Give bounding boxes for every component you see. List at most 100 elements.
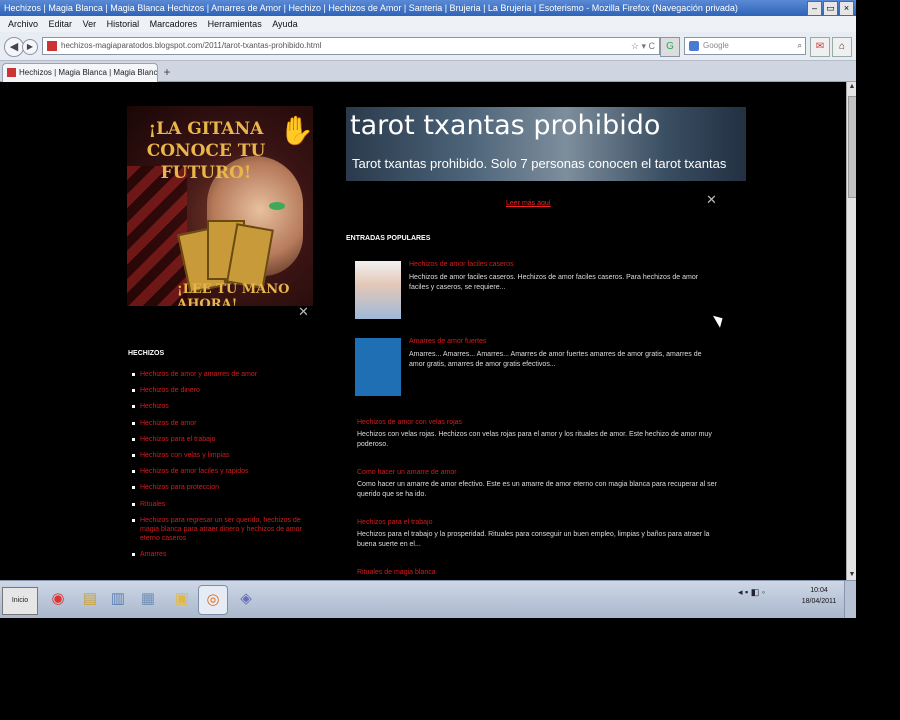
- scroll-down-icon[interactable]: ▼: [847, 570, 856, 580]
- sidebar-item[interactable]: Hechizos de amor y amarres de amor: [132, 370, 312, 379]
- gypsy-eye-image: [269, 202, 285, 210]
- taskbar-clock[interactable]: 10:04 18/04/2011: [798, 585, 840, 607]
- app-icon: ◈: [240, 590, 252, 607]
- article-snippet: Como hacer un amarre de amor efectivo. E…: [357, 481, 717, 498]
- media-icon: ▥: [110, 590, 126, 607]
- menu-archivo[interactable]: Archivo: [8, 19, 38, 29]
- sidebar-item[interactable]: Hechizos con velas y limpias: [132, 451, 312, 460]
- site-favicon-icon: [47, 41, 57, 51]
- article-entry: Rituales de magia blanca: [357, 568, 717, 577]
- popular-posts-heading: ENTRADAS POPULARES: [346, 235, 431, 242]
- page-scrollbar[interactable]: ▲ ▼: [846, 82, 856, 580]
- popular-post: Hechizos de amor faciles caseros Hechizo…: [355, 261, 715, 321]
- new-tab-button[interactable]: +: [160, 65, 174, 79]
- explorer-taskbar-icon[interactable]: ▤: [76, 585, 104, 613]
- sidebar-item[interactable]: Hechizos para regresar un ser querido, h…: [132, 516, 312, 543]
- search-icon[interactable]: ⌕: [798, 38, 802, 54]
- gypsy-banner-ad[interactable]: ✋ ¡LA GITANA CONOCE TU FUTURO! ¡LEE TU M…: [127, 106, 313, 306]
- scroll-up-icon[interactable]: ▲: [847, 82, 856, 92]
- sidebar-heading: HECHIZOS: [128, 350, 165, 357]
- close-button[interactable]: ×: [839, 1, 854, 16]
- post-thumbnail[interactable]: [355, 338, 401, 396]
- system-tray-icons[interactable]: ◂ ▪ ◧ ◦: [738, 587, 765, 598]
- blog-title: tarot txantas prohibido: [350, 110, 661, 141]
- article-title-link[interactable]: Rituales de magia blanca: [357, 568, 717, 577]
- post-title-link[interactable]: Hechizos de amor faciles caseros: [409, 261, 514, 268]
- home-icon[interactable]: ⌂: [832, 37, 852, 57]
- popular-post: Amarres de amor fuertes Amarres... Amarr…: [355, 338, 715, 398]
- sidebar-item[interactable]: Hechizos para el trabajo: [132, 435, 312, 444]
- desktop-screen: Hechizos | Magia Blanca | Magia Blanca H…: [0, 0, 856, 618]
- post-title-link[interactable]: Amarres de amor fuertes: [409, 338, 486, 345]
- menu-ayuda[interactable]: Ayuda: [272, 19, 297, 29]
- other-taskbar-icon[interactable]: ◈: [232, 585, 260, 613]
- banner-headline: ¡LA GITANA CONOCE TU FUTURO!: [146, 119, 266, 183]
- notepad-taskbar-icon[interactable]: ▦: [134, 585, 162, 613]
- mail-icon[interactable]: ✉: [810, 37, 830, 57]
- chrome-icon: ◉: [51, 590, 65, 607]
- blog-header[interactable]: tarot txantas prohibido Tarot txantas pr…: [346, 107, 746, 181]
- tab-active[interactable]: Hechizos | Magia Blanca | Magia Blanca H…: [2, 63, 158, 82]
- mouse-cursor-icon: [712, 312, 727, 328]
- firefox-taskbar-icon[interactable]: ◎: [198, 585, 228, 615]
- blog-subtitle: Tarot txantas prohibido. Solo 7 personas…: [352, 156, 727, 171]
- chrome-taskbar-icon[interactable]: ◉: [44, 585, 72, 613]
- window-titlebar: Hechizos | Magia Blanca | Magia Blanca H…: [0, 0, 856, 16]
- article-title-link[interactable]: Como hacer un amarre de amor: [357, 468, 717, 477]
- page-viewport: ✋ ¡LA GITANA CONOCE TU FUTURO! ¡LEE TU M…: [0, 82, 846, 580]
- menu-marcadores[interactable]: Marcadores: [150, 19, 198, 29]
- menu-bar: Archivo Editar Ver Historial Marcadores …: [0, 16, 856, 32]
- notepad-icon: ▦: [140, 590, 156, 607]
- tab-label: Hechizos | Magia Blanca | Magia Blanca H…: [19, 68, 158, 77]
- menu-herramientas[interactable]: Herramientas: [208, 19, 262, 29]
- post-snippet: Amarres... Amarres... Amarres... Amarres…: [409, 351, 702, 368]
- folder-icon: ▣: [174, 590, 190, 607]
- menu-editar[interactable]: Editar: [49, 19, 73, 29]
- minimize-button[interactable]: –: [807, 1, 822, 16]
- address-text: hechizos-magiaparatodos.blogspot.com/201…: [61, 41, 322, 50]
- google-icon: [689, 41, 699, 51]
- read-more-link[interactable]: Leer más aquí: [506, 200, 551, 207]
- article-snippet: Hechizos para el trabajo y la prosperida…: [357, 531, 710, 548]
- sidebar-item[interactable]: Amarres: [132, 550, 312, 559]
- sidebar-item[interactable]: Hechizos de dinero: [132, 386, 312, 395]
- widget-tools-icon[interactable]: ✕: [298, 304, 309, 320]
- sidebar-list: Hechizos de amor y amarres de amor Hechi…: [132, 370, 312, 566]
- back-button[interactable]: ◀: [4, 37, 24, 57]
- start-button[interactable]: Inicio: [2, 587, 38, 615]
- firefox-icon: ◎: [206, 591, 220, 608]
- sidebar-item[interactable]: Hechizos para proteccion: [132, 483, 312, 492]
- show-desktop-button[interactable]: [844, 581, 856, 618]
- post-snippet: Hechizos de amor faciles caseros. Hechiz…: [409, 274, 699, 291]
- forward-button[interactable]: ▶: [22, 39, 38, 55]
- tab-strip: Hechizos | Magia Blanca | Magia Blanca H…: [0, 61, 856, 82]
- article-entry: Como hacer un amarre de amor Como hacer …: [357, 468, 717, 500]
- menu-historial[interactable]: Historial: [107, 19, 140, 29]
- address-bar[interactable]: hechizos-magiaparatodos.blogspot.com/201…: [42, 37, 660, 55]
- sidebar-item[interactable]: Rituales: [132, 500, 312, 509]
- window-title: Hechizos | Magia Blanca | Magia Blanca H…: [4, 3, 738, 13]
- bookmark-star-icon[interactable]: ☆ ▾ C: [631, 38, 655, 54]
- article-title-link[interactable]: Hechizos de amor con velas rojas: [357, 418, 717, 427]
- post-thumbnail[interactable]: [355, 261, 401, 319]
- article-title-link[interactable]: Hechizos para el trabajo: [357, 518, 717, 527]
- media-taskbar-icon[interactable]: ▥: [104, 585, 132, 613]
- clock-time: 10:04: [810, 587, 828, 594]
- navigation-toolbar: ◀ ▶ hechizos-magiaparatodos.blogspot.com…: [0, 32, 856, 61]
- google-toolbar-button[interactable]: G: [660, 37, 680, 57]
- widget-tools-icon[interactable]: ✕: [706, 192, 717, 208]
- search-input[interactable]: Google ⌕: [684, 37, 806, 55]
- search-placeholder: Google: [703, 41, 729, 50]
- article-snippet: Hechizos con velas rojas. Hechizos con v…: [357, 431, 712, 448]
- tarot-cards-image: [177, 216, 274, 294]
- sidebar-item[interactable]: Hechizos de amor: [132, 419, 312, 428]
- window-controls: – ▭ ×: [807, 1, 854, 16]
- sidebar-item[interactable]: Hechizos: [132, 402, 312, 411]
- folder-taskbar-icon[interactable]: ▣: [168, 585, 196, 613]
- menu-ver[interactable]: Ver: [83, 19, 97, 29]
- banner-footer: ¡LEE TU MANO AHORA!: [177, 282, 290, 306]
- sidebar-item[interactable]: Hechizos de amor faciles y rapidos: [132, 467, 312, 476]
- scrollbar-thumb[interactable]: [848, 96, 856, 198]
- maximize-button[interactable]: ▭: [823, 1, 838, 16]
- windows-taskbar: Inicio ◉ ▤ ▥ ▦ ▣ ◎ ◈ ◂ ▪ ◧ ◦ 10:04 18/04…: [0, 580, 856, 618]
